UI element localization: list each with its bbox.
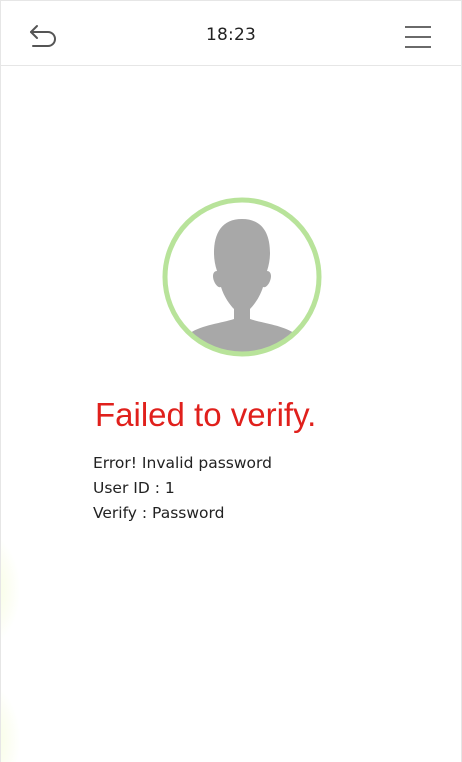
verification-details: Error! Invalid password User ID : 1 Veri… <box>93 451 272 526</box>
top-bar: 18:23 <box>1 0 461 66</box>
verify-mode-line: Verify : Password <box>93 504 225 522</box>
user-id-line: User ID : 1 <box>93 479 175 497</box>
hamburger-menu-icon <box>405 26 431 48</box>
user-silhouette-icon <box>162 197 322 357</box>
error-message: Error! Invalid password <box>93 454 272 472</box>
verification-screen: 18:23 Failed to verify. Error! Invalid p… <box>0 0 462 762</box>
background-glow <box>1 530 21 650</box>
clock-time: 18:23 <box>206 25 256 45</box>
user-avatar <box>162 197 322 357</box>
background-glow <box>1 680 21 762</box>
verification-failed-title: Failed to verify. <box>95 396 317 433</box>
menu-button[interactable] <box>403 23 433 51</box>
